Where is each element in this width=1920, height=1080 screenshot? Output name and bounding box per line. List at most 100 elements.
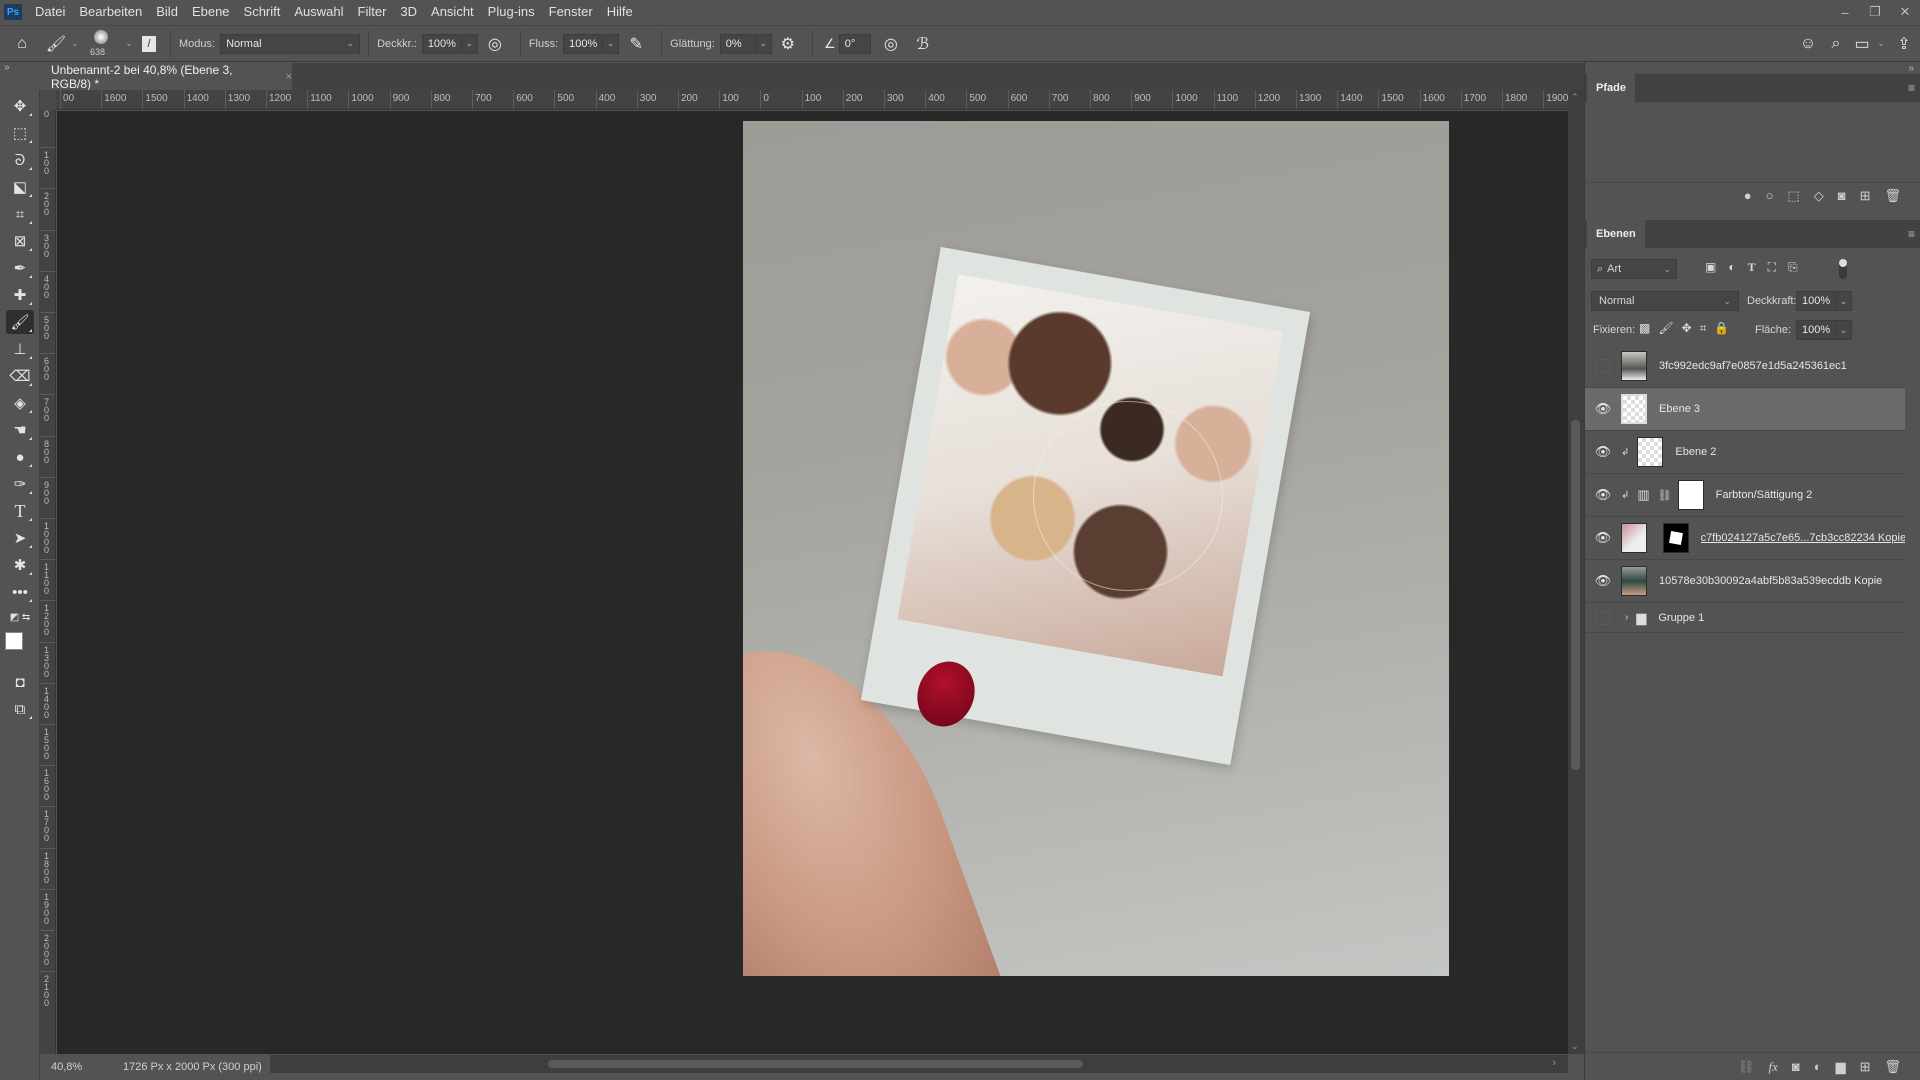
fill-path-icon[interactable]: ● — [1744, 188, 1752, 204]
crop-tool-icon[interactable]: ⌗ — [6, 202, 34, 226]
menu-fenster[interactable]: Fenster — [542, 0, 600, 24]
layers-panel-menu-icon[interactable]: ≡ — [1908, 227, 1915, 241]
ruler-origin[interactable] — [40, 90, 56, 110]
link-layers-icon[interactable]: ⛓ — [1738, 1059, 1755, 1075]
menu-filter[interactable]: Filter — [351, 0, 394, 24]
lock-artboard-icon[interactable]: ⌗ — [1700, 321, 1707, 336]
menu-auswahl[interactable]: Auswahl — [287, 0, 350, 24]
chevron-down-icon[interactable]: ⌄ — [122, 38, 136, 49]
brush-tool-icon[interactable]: 🖌 — [6, 310, 34, 334]
layer-row[interactable]: 👁 Ebene 3 — [1585, 388, 1905, 431]
new-group-folder-icon[interactable]: ▆ — [1836, 1059, 1846, 1075]
home-icon[interactable]: ⌂ — [0, 35, 44, 53]
layer-filter-select[interactable]: ⌕ Art ⌄ — [1591, 259, 1677, 279]
account-add-icon[interactable]: ☺ — [1794, 35, 1822, 53]
new-layer-icon[interactable]: ⊞ — [1860, 1059, 1871, 1075]
share-icon[interactable]: ⇪ — [1888, 34, 1920, 54]
minimize-button[interactable]: – — [1830, 0, 1860, 24]
eraser-tool-icon[interactable]: ⌫ — [6, 364, 34, 388]
close-tab-icon[interactable]: × — [286, 71, 292, 83]
layers-tab[interactable]: Ebenen — [1587, 220, 1645, 248]
foreground-color-swatch[interactable] — [5, 632, 23, 650]
layer-mask-thumbnail[interactable] — [1662, 523, 1689, 553]
restore-button[interactable]: ❐ — [1860, 0, 1890, 24]
quick-mask-icon[interactable]: ◘ — [6, 670, 34, 694]
more-tools-icon[interactable]: ••• — [6, 580, 34, 604]
scroll-down-icon[interactable]: ⌄ — [1571, 1041, 1579, 1052]
vertical-scrollbar[interactable]: ⌃ ⌄ — [1568, 90, 1584, 1054]
layer-style-fx-icon[interactable]: fx — [1768, 1059, 1777, 1075]
pressure-opacity-icon[interactable]: ◎ — [478, 34, 512, 54]
menu-ebene[interactable]: Ebene — [185, 0, 237, 24]
menu-bearbeiten[interactable]: Bearbeiten — [72, 0, 149, 24]
delete-path-icon[interactable]: 🗑 — [1884, 188, 1901, 204]
layer-mask-thumbnail[interactable] — [1677, 480, 1704, 510]
filter-smart-objects-icon[interactable]: ⎘ — [1788, 260, 1798, 275]
menu-ansicht[interactable]: Ansicht — [424, 0, 481, 24]
menu-bild[interactable]: Bild — [149, 0, 185, 24]
angle-input[interactable]: 0° — [838, 33, 871, 54]
path-selection-tool-icon[interactable]: ➤ — [6, 526, 34, 550]
layer-row[interactable]: 👁 ↲ Ebene 2 — [1585, 431, 1905, 474]
make-work-path-icon[interactable]: ◇ — [1814, 188, 1824, 204]
move-tool-icon[interactable]: ✥ — [6, 94, 34, 118]
smoothing-input[interactable]: 0% — [719, 33, 756, 54]
eye-icon[interactable]: 👁 — [1585, 573, 1621, 589]
brush-preset-icon[interactable]: 🖌 — [44, 34, 68, 54]
layer-opacity-input[interactable]: 100% — [1796, 291, 1836, 311]
eye-icon[interactable]: 👁 — [1585, 530, 1621, 546]
opacity-dropdown[interactable]: ⌄ — [461, 33, 478, 54]
layer-row[interactable]: 3fc992edc9af7e0857e1d5a245361ec1 — [1585, 345, 1905, 388]
mode-select[interactable]: Normal ⌄ — [220, 33, 361, 54]
healing-brush-tool-icon[interactable]: ✚ — [6, 283, 34, 307]
marquee-tool-icon[interactable]: ⬚ — [6, 121, 34, 145]
brush-settings-panel-icon[interactable]: / — [136, 35, 162, 52]
fill-input[interactable]: 100% — [1796, 320, 1836, 340]
brush-size-picker[interactable]: 638 — [82, 27, 122, 61]
new-path-icon[interactable]: ⊞ — [1860, 188, 1871, 204]
lock-position-icon[interactable]: ✥ — [1682, 321, 1692, 336]
filter-shape-layers-icon[interactable]: ⛶ — [1768, 260, 1776, 275]
flow-dropdown[interactable]: ⌄ — [603, 33, 620, 54]
scroll-up-icon[interactable]: ⌃ — [1571, 92, 1579, 103]
menu-hilfe[interactable]: Hilfe — [600, 0, 640, 24]
frame-tool-icon[interactable]: ⊠ — [6, 229, 34, 253]
horizontal-scroll-thumb[interactable] — [548, 1060, 1083, 1068]
delete-layer-icon[interactable]: 🗑 — [1884, 1059, 1901, 1075]
paint-bucket-tool-icon[interactable]: ◈ — [6, 391, 34, 415]
eye-icon[interactable]: 👁 — [1585, 401, 1621, 417]
new-adjustment-layer-icon[interactable]: ◐ — [1814, 1059, 1822, 1075]
swap-colors-icon[interactable]: ◩ ⇆ — [6, 605, 34, 629]
smoothing-dropdown[interactable]: ⌄ — [755, 33, 772, 54]
filter-adjustment-layers-icon[interactable]: ◐ — [1728, 260, 1735, 275]
menu-3d[interactable]: 3D — [393, 0, 424, 24]
chevron-down-icon[interactable]: ⌄ — [68, 38, 82, 49]
document-tab[interactable]: Unbenannt-2 bei 40,8% (Ebene 3, RGB/8) *… — [40, 63, 292, 91]
expand-group-chevron-icon[interactable]: › — [1625, 612, 1628, 623]
filter-toggle-switch[interactable] — [1839, 259, 1847, 279]
vertical-ruler[interactable]: 0 100 200 300 400 500 600 700 800 900 1000 1100 1200… — [40, 110, 56, 1054]
collapse-panels-icon[interactable]: » — [1908, 63, 1914, 74]
dodge-tool-icon[interactable]: ● — [6, 445, 34, 469]
lock-transparent-pixels-icon[interactable]: ▩ — [1639, 321, 1650, 336]
chevron-down-icon[interactable]: ⌄ — [1874, 38, 1888, 49]
horizontal-scrollbar[interactable]: › — [270, 1055, 1568, 1073]
add-mask-icon[interactable]: ◙ — [1838, 188, 1846, 204]
smudge-tool-icon[interactable]: ☚ — [6, 418, 34, 442]
layer-row[interactable]: › ▆ Gruppe 1 — [1585, 603, 1905, 633]
opacity-input[interactable]: 100% — [421, 33, 462, 54]
horizontal-ruler[interactable]: 00 1600 1500 1400 1300 1200 1100 1000 900 800 700 6… — [56, 90, 1568, 110]
vertical-scroll-thumb[interactable] — [1571, 420, 1580, 770]
eye-icon[interactable]: 👁 — [1585, 487, 1621, 503]
canvas-area[interactable] — [57, 111, 1568, 1054]
blend-mode-select[interactable]: Normal ⌄ — [1591, 291, 1739, 311]
load-path-as-selection-icon[interactable]: ⬚ — [1787, 188, 1799, 204]
menu-datei[interactable]: Datei — [28, 0, 72, 24]
scroll-right-icon[interactable]: › — [1552, 1057, 1556, 1069]
smoothing-settings-gear-icon[interactable]: ⚙ — [772, 34, 804, 54]
clone-stamp-tool-icon[interactable]: ⊥ — [6, 337, 34, 361]
lock-all-icon[interactable]: 🔒 — [1714, 321, 1729, 336]
lock-image-pixels-icon[interactable]: 🖌 — [1658, 321, 1673, 336]
stroke-path-icon[interactable]: ○ — [1766, 188, 1774, 204]
zoom-level[interactable]: 40,8% — [51, 1061, 111, 1073]
